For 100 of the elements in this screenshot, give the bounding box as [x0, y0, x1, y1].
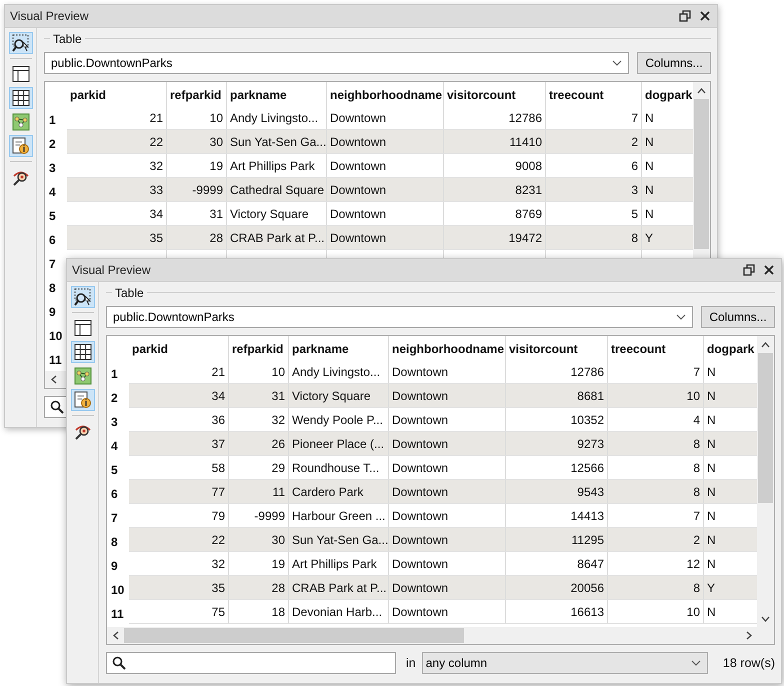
- in-label: in: [406, 656, 416, 670]
- close-button[interactable]: [699, 10, 711, 22]
- table-cell: 31: [229, 384, 289, 408]
- table-cell: 34: [129, 384, 229, 408]
- table-cell: Downtown: [327, 178, 444, 202]
- table-cell: CRAB Park at P...: [289, 576, 389, 600]
- restore-button[interactable]: [679, 10, 691, 22]
- column-header[interactable]: refparkid: [167, 82, 227, 106]
- table-cell: 18: [229, 600, 289, 624]
- caret-icon: [690, 660, 701, 666]
- vertical-scrollbar[interactable]: [757, 336, 774, 627]
- table-dropdown[interactable]: public.DowntownParks: [106, 306, 693, 328]
- table-cell: 8231: [444, 178, 546, 202]
- search-field[interactable]: [106, 652, 396, 674]
- table-cell: Downtown: [389, 432, 506, 456]
- graph-icon: [72, 366, 92, 386]
- table-cell: Devonian Harb...: [289, 600, 389, 624]
- table-cell: 3: [546, 178, 642, 202]
- table-dropdown[interactable]: public.DowntownParks: [44, 52, 629, 74]
- table-cell: Pioneer Place (...: [289, 432, 389, 456]
- column-dropdown[interactable]: any column: [422, 652, 708, 674]
- column-header[interactable]: parkid: [67, 82, 167, 106]
- column-header[interactable]: visitorcount: [506, 336, 608, 360]
- column-header[interactable]: neighborhoodname: [327, 82, 444, 106]
- table-cell: Cathedral Square: [227, 178, 327, 202]
- table-cell: Downtown: [327, 130, 444, 154]
- table-cell: Downtown: [389, 480, 506, 504]
- table-cell: 11410: [444, 130, 546, 154]
- table-cell: N: [704, 480, 757, 504]
- table-cell: 75: [129, 600, 229, 624]
- columns-button[interactable]: Columns...: [637, 52, 711, 74]
- columns-button[interactable]: Columns...: [701, 306, 775, 328]
- table-cell: 22: [67, 130, 167, 154]
- caret-icon: [676, 314, 686, 320]
- table-cell: Downtown: [389, 528, 506, 552]
- table-cell: N: [704, 384, 757, 408]
- group-label: Table: [114, 286, 145, 300]
- table-cell: Sun Yat-Sen Ga...: [227, 130, 327, 154]
- toolbar-button[interactable]: [70, 286, 94, 308]
- toolbar-button[interactable]: [8, 32, 32, 54]
- scroll-left-icon: [50, 375, 56, 384]
- toolbar-button[interactable]: [70, 389, 94, 411]
- table-cell: 16613: [506, 600, 608, 624]
- table-cell: -9999: [167, 178, 227, 202]
- search-field[interactable]: [44, 396, 66, 418]
- table-cell: 26: [229, 432, 289, 456]
- column-header[interactable]: parkid: [129, 336, 229, 360]
- table-cell: Downtown: [327, 226, 444, 250]
- table-cell: Sun Yat-Sen Ga...: [289, 528, 389, 552]
- window-title: Visual Preview: [72, 263, 152, 277]
- grid-icon: [10, 88, 30, 108]
- toolbar-button[interactable]: [70, 341, 94, 363]
- toolbar-button[interactable]: [8, 135, 32, 157]
- column-header[interactable]: parkname: [289, 336, 389, 360]
- table-cell: 30: [167, 130, 227, 154]
- table-cell: 8: [608, 576, 704, 600]
- column-header[interactable]: treecount: [546, 82, 642, 106]
- table-cell: Downtown: [389, 576, 506, 600]
- table-cell: Y: [642, 226, 693, 250]
- column-header[interactable]: refparkid: [229, 336, 289, 360]
- table-cell: 9273: [506, 432, 608, 456]
- table-cell: N: [642, 130, 693, 154]
- scroll-left-icon: [112, 631, 118, 640]
- table-cell: 77: [129, 480, 229, 504]
- table-cell: 8681: [506, 384, 608, 408]
- table-cell: 10: [608, 600, 704, 624]
- table-cell: 20056: [506, 576, 608, 600]
- info-icon: [10, 136, 30, 156]
- table-cell: N: [704, 528, 757, 552]
- table-cell: 10: [608, 384, 704, 408]
- table-cell: 35: [67, 226, 167, 250]
- graph-icon: [10, 112, 30, 132]
- table-cell: Cardero Park: [289, 480, 389, 504]
- column-header[interactable]: visitorcount: [444, 82, 546, 106]
- table-cell: 19472: [444, 226, 546, 250]
- window-title: Visual Preview: [10, 9, 90, 23]
- table-cell: 22: [129, 528, 229, 552]
- close-button[interactable]: [763, 264, 775, 276]
- column-header[interactable]: neighborhoodname: [389, 336, 506, 360]
- scroll-right-icon: [746, 631, 752, 640]
- grid-icon: [72, 342, 92, 362]
- toolbar-button[interactable]: [8, 87, 32, 109]
- table-cell: N: [704, 432, 757, 456]
- table-cell: 8: [608, 432, 704, 456]
- scroll-down-icon: [761, 616, 770, 622]
- restore-button[interactable]: [743, 264, 755, 276]
- table-cell: 30: [229, 528, 289, 552]
- panel-icon: [10, 64, 30, 84]
- scroll-up-icon: [761, 342, 770, 348]
- column-header[interactable]: treecount: [608, 336, 704, 360]
- table-cell: 2: [608, 528, 704, 552]
- table-cell: 28: [167, 226, 227, 250]
- table-cell: 8: [608, 480, 704, 504]
- column-header[interactable]: parkname: [227, 82, 327, 106]
- horizontal-scrollbar[interactable]: [107, 627, 757, 644]
- table-cell: Downtown: [389, 384, 506, 408]
- search-icon: [50, 400, 64, 414]
- search-icon: [112, 656, 126, 670]
- scrollbar-thumb[interactable]: [694, 99, 709, 249]
- row-count: 18 row(s): [722, 656, 775, 670]
